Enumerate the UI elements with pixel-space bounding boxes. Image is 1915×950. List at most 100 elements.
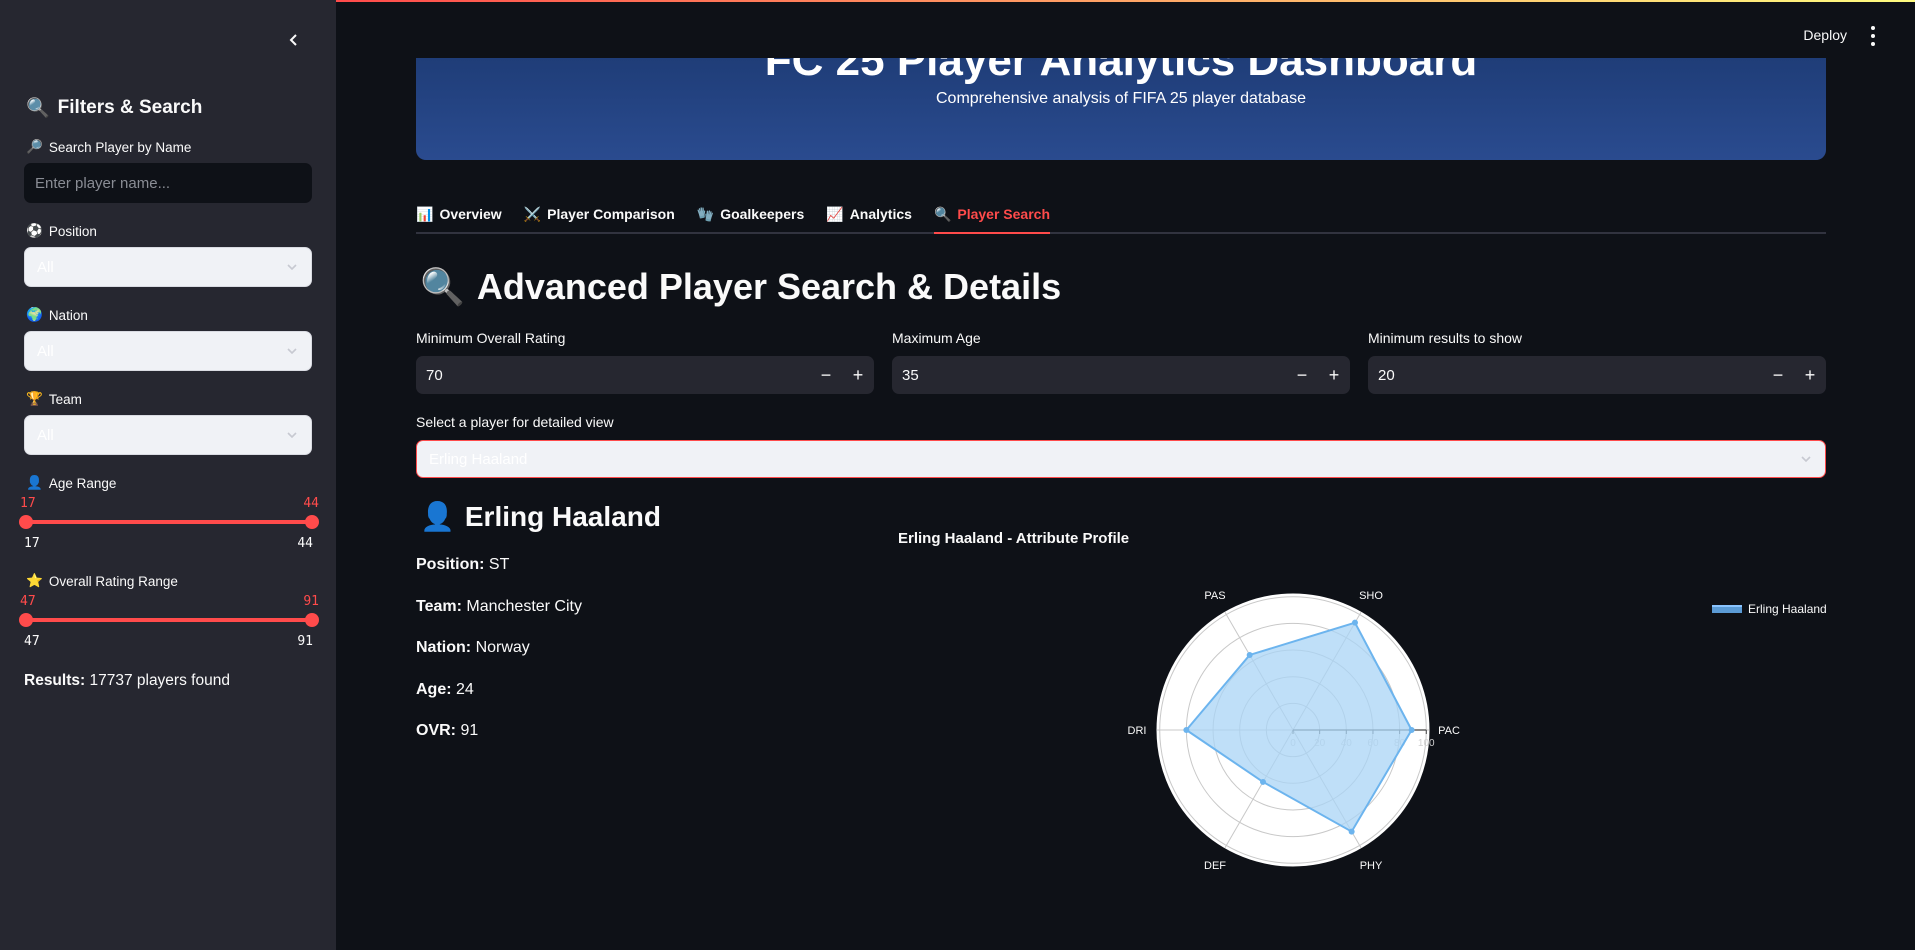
menu-dot: [1871, 42, 1875, 46]
chart-legend[interactable]: Erling Haaland: [1712, 602, 1827, 616]
glove-icon: 🧤: [696, 206, 715, 222]
soccer-ball-icon: ⚽: [26, 223, 43, 238]
rating-slider-high-value: 91: [303, 594, 319, 609]
radar-category-label: PAS: [1204, 590, 1225, 602]
max-age-value[interactable]: 35: [892, 367, 1286, 384]
team-value: Manchester City: [466, 598, 582, 615]
trophy-icon: 🏆: [26, 391, 43, 406]
rating-slider-track[interactable]: [24, 618, 313, 622]
chevron-down-icon: [287, 432, 297, 439]
min-rating-value[interactable]: 70: [416, 367, 810, 384]
chevron-down-icon: [287, 348, 297, 355]
menu-dot: [1871, 34, 1875, 38]
radar-category-label: DEF: [1204, 860, 1226, 872]
results-count: Results: 17737 players found: [24, 672, 230, 690]
tab-analytics-label: Analytics: [849, 206, 912, 222]
dashboard-banner: FC 25 Player Analytics Dashboard Compreh…: [416, 58, 1826, 160]
tab-goalkeepers[interactable]: 🧤 Goalkeepers: [697, 200, 805, 234]
player-name-text: Erling Haaland: [464, 500, 661, 532]
team-label: 🏆 Team: [26, 391, 82, 407]
radar-category-label: SHO: [1359, 590, 1383, 602]
min-rating-input[interactable]: 70 − +: [416, 356, 874, 394]
person-icon: 👤: [26, 475, 43, 490]
search-label: 🔎 Search Player by Name: [26, 139, 191, 155]
radar-chart[interactable]: 020406080100PACSHOPASDRIDEFPHY: [1120, 580, 1480, 880]
rating-slider-low-handle[interactable]: [19, 613, 33, 627]
decrement-button[interactable]: −: [810, 356, 842, 394]
player-age: Age: 24: [416, 681, 474, 699]
increment-button[interactable]: +: [842, 356, 874, 394]
deploy-button[interactable]: Deploy: [1803, 27, 1847, 43]
tab-overview[interactable]: 📊 Overview: [416, 200, 502, 234]
results-text: 17737 players found: [89, 672, 230, 689]
rating-range-slider[interactable]: 47 91 47 91: [19, 594, 319, 650]
radar-data-point: [1348, 828, 1355, 835]
min-results-input[interactable]: 20 − +: [1368, 356, 1826, 394]
dashboard-title: FC 25 Player Analytics Dashboard: [764, 58, 1478, 85]
main-menu-button[interactable]: [1867, 26, 1879, 46]
tab-player-search-label: Player Search: [957, 206, 1050, 222]
age-slider-track[interactable]: [24, 520, 313, 524]
nation-label-text: Nation: [48, 307, 88, 323]
radar-data-point: [1183, 727, 1190, 733]
player-position: Position: ST: [416, 556, 509, 574]
position-label: ⚽ Position: [26, 223, 97, 239]
increment-button[interactable]: +: [1794, 356, 1826, 394]
ovr-value: 91: [460, 722, 479, 739]
decrement-button[interactable]: −: [1762, 356, 1794, 394]
team-label-text: Team: [48, 391, 82, 407]
age-slider-high-handle[interactable]: [305, 515, 319, 529]
magnifier-right-icon: 🔎: [26, 139, 43, 154]
player-nation: Nation: Norway: [416, 639, 530, 657]
tab-overview-label: Overview: [439, 206, 502, 222]
tab-player-comparison[interactable]: ⚔️ Player Comparison: [524, 200, 675, 234]
nation-select[interactable]: All: [24, 331, 312, 371]
rating-slider-high-handle[interactable]: [305, 613, 319, 627]
section-title-text: Advanced Player Search & Details: [476, 266, 1062, 307]
position-value: ST: [488, 556, 510, 573]
team-select[interactable]: All: [24, 415, 312, 455]
player-name-search-input[interactable]: [24, 163, 312, 203]
dashboard-subtitle: Comprehensive analysis of FIFA 25 player…: [936, 90, 1306, 107]
min-rating-label: Minimum Overall Rating: [416, 330, 566, 346]
bar-chart-icon: 📊: [416, 206, 434, 222]
chart-title: Erling Haaland - Attribute Profile: [898, 530, 1130, 547]
radar-data-point: [1246, 651, 1253, 658]
position-select[interactable]: All: [24, 247, 312, 287]
sidebar-title-text: Filters & Search: [57, 97, 203, 118]
decrement-button[interactable]: −: [1286, 356, 1318, 394]
chevron-down-icon: [287, 264, 297, 271]
person-icon: 👤: [420, 501, 455, 532]
magnifier-icon: 🔍: [420, 266, 465, 307]
age-slider-low-value: 17: [20, 496, 36, 511]
chevron-left-icon: [289, 34, 297, 46]
tab-player-search[interactable]: 🔍 Player Search: [933, 200, 1050, 234]
age-slider-min-label: 17: [24, 536, 40, 551]
age-slider-low-handle[interactable]: [19, 515, 33, 529]
tab-analytics[interactable]: 📈 Analytics: [826, 200, 912, 234]
radial-tick-label: 100: [1418, 738, 1435, 749]
position-key: Position:: [416, 556, 485, 573]
rating-slider-min-label: 47: [24, 634, 40, 649]
age-slider-high-value: 44: [303, 496, 319, 511]
age-range-label-text: Age Range: [48, 475, 117, 491]
max-age-label: Maximum Age: [892, 330, 981, 346]
collapse-sidebar-button[interactable]: [282, 28, 306, 52]
age-value: 24: [456, 681, 474, 698]
max-age-input[interactable]: 35 − +: [892, 356, 1350, 394]
tab-bar: 📊 Overview ⚔️ Player Comparison 🧤 Goalke…: [416, 200, 1826, 234]
radar-category-label: DRI: [1128, 725, 1147, 737]
min-results-label: Minimum results to show: [1368, 330, 1523, 346]
radar-category-label: PAC: [1438, 725, 1460, 737]
player-name-heading: 👤 Erling Haaland: [420, 500, 661, 533]
player-team: Team: Manchester City: [416, 598, 582, 616]
min-results-value[interactable]: 20: [1368, 367, 1762, 384]
nation-key: Nation:: [416, 639, 472, 656]
player-select[interactable]: Erling Haaland: [416, 440, 1826, 478]
age-range-slider[interactable]: 17 44 17 44: [19, 496, 319, 552]
menu-dot: [1871, 26, 1875, 30]
nation-label: 🌍 Nation: [26, 307, 88, 323]
rating-range-label: ⭐ Overall Rating Range: [26, 573, 178, 589]
increment-button[interactable]: +: [1318, 356, 1350, 394]
age-range-label: 👤 Age Range: [26, 475, 116, 491]
